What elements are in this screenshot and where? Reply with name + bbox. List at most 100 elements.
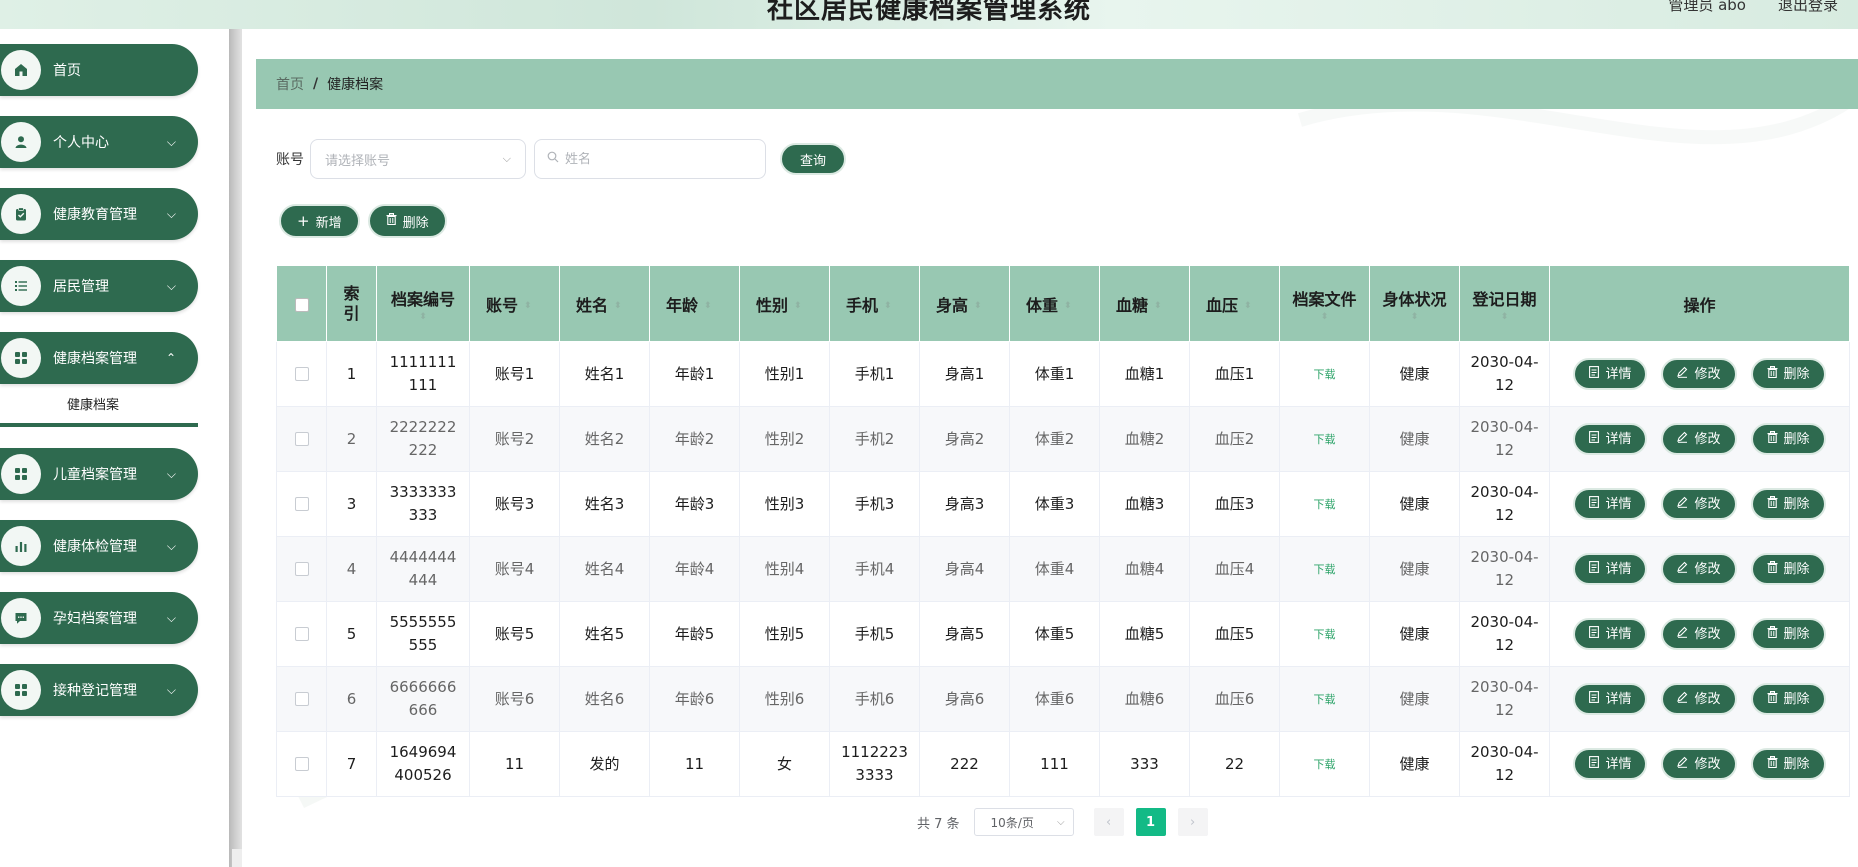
sort-icon[interactable]: ⬍ bbox=[1154, 301, 1162, 310]
row-checkbox[interactable] bbox=[294, 432, 309, 446]
page-size-select[interactable]: 10条/页 ⌵ bbox=[973, 808, 1074, 836]
user-icon bbox=[1, 122, 41, 162]
sort-icon[interactable]: ⬍ bbox=[614, 301, 622, 310]
detail-button[interactable]: 详情 bbox=[1573, 553, 1648, 585]
logout-link[interactable]: 退出登录 bbox=[1778, 0, 1838, 15]
detail-button[interactable]: 详情 bbox=[1573, 683, 1648, 715]
account-select[interactable]: 请选择账号 ⌵ bbox=[310, 139, 526, 179]
cell-phone: 手机4 bbox=[829, 536, 920, 602]
scrollbar-thumb[interactable] bbox=[232, 849, 242, 867]
edit-button[interactable]: 修改 bbox=[1661, 618, 1737, 650]
delete-button[interactable]: 删除 bbox=[1750, 683, 1826, 715]
column-header-file-no[interactable]: 档案编号 ⬍ bbox=[376, 265, 470, 342]
column-header-age[interactable]: 年龄 ⬍ bbox=[649, 265, 740, 342]
select-all-cell[interactable] bbox=[276, 265, 327, 342]
prev-page-button[interactable]: ‹ bbox=[1093, 808, 1124, 836]
sidebar-item-personal-center[interactable]: 个人中心 ⌵ bbox=[0, 116, 198, 168]
sort-icon[interactable]: ⬍ bbox=[1280, 312, 1369, 322]
download-link[interactable]: 下载 bbox=[1314, 563, 1336, 576]
column-header-height[interactable]: 身高 ⬍ bbox=[919, 265, 1010, 342]
sort-icon[interactable]: ⬍ bbox=[1460, 312, 1549, 322]
column-header-name[interactable]: 姓名 ⬍ bbox=[559, 265, 650, 342]
detail-button[interactable]: 详情 bbox=[1573, 358, 1648, 390]
column-header-gender[interactable]: 性别 ⬍ bbox=[739, 265, 830, 342]
column-header-account[interactable]: 账号 ⬍ bbox=[469, 265, 560, 342]
sidebar-item-health-checkup-management[interactable]: 健康体检管理 ⌵ bbox=[0, 520, 198, 572]
cell-blood-pressure: 血压1 bbox=[1189, 341, 1280, 407]
chevron-down-icon: ⌵ bbox=[166, 466, 176, 481]
name-search-field[interactable] bbox=[534, 139, 766, 179]
sort-icon[interactable]: ⬍ bbox=[1244, 301, 1252, 310]
column-header-weight[interactable]: 体重 ⬍ bbox=[1009, 265, 1100, 342]
download-link[interactable]: 下载 bbox=[1314, 433, 1336, 446]
edit-button[interactable]: 修改 bbox=[1661, 488, 1737, 520]
sort-icon[interactable]: ⬍ bbox=[377, 312, 469, 322]
batch-delete-button[interactable]: 删除 bbox=[367, 204, 447, 238]
chevron-down-icon: ⌵ bbox=[166, 278, 176, 293]
column-header-register-date[interactable]: 登记日期 ⬍ bbox=[1459, 265, 1550, 342]
row-checkbox[interactable] bbox=[294, 367, 309, 381]
name-search-input[interactable] bbox=[565, 151, 745, 167]
sidebar-scrollbar[interactable] bbox=[229, 29, 242, 867]
row-checkbox[interactable] bbox=[294, 627, 309, 641]
column-header-blood-pressure[interactable]: 血压 ⬍ bbox=[1189, 265, 1280, 342]
edit-button[interactable]: 修改 bbox=[1661, 358, 1737, 390]
detail-button[interactable]: 详情 bbox=[1573, 488, 1648, 520]
edit-button[interactable]: 修改 bbox=[1661, 553, 1737, 585]
download-link[interactable]: 下载 bbox=[1314, 628, 1336, 641]
sort-icon[interactable]: ⬍ bbox=[884, 301, 892, 310]
column-header-blood-sugar[interactable]: 血糖 ⬍ bbox=[1099, 265, 1190, 342]
edit-button[interactable]: 修改 bbox=[1661, 423, 1737, 455]
delete-button[interactable]: 删除 bbox=[1750, 423, 1826, 455]
column-header-file[interactable]: 档案文件 ⬍ bbox=[1279, 265, 1370, 342]
sort-icon[interactable]: ⬍ bbox=[524, 301, 532, 310]
sidebar-item-health-education[interactable]: 健康教育管理 ⌵ bbox=[0, 188, 198, 240]
download-link[interactable]: 下载 bbox=[1314, 368, 1336, 381]
column-header-phone[interactable]: 手机 ⬍ bbox=[829, 265, 920, 342]
sort-icon[interactable]: ⬍ bbox=[974, 301, 982, 310]
detail-button[interactable]: 详情 bbox=[1573, 748, 1648, 780]
row-select-cell[interactable] bbox=[276, 341, 327, 407]
select-all-checkbox[interactable] bbox=[294, 297, 309, 312]
edit-button[interactable]: 修改 bbox=[1661, 748, 1737, 780]
row-select-cell[interactable] bbox=[276, 731, 327, 797]
sort-icon[interactable]: ⬍ bbox=[794, 301, 802, 310]
sidebar-item-health-record-management[interactable]: 健康档案管理 ⌃ bbox=[0, 332, 198, 384]
add-button[interactable]: + 新增 bbox=[279, 204, 360, 238]
sidebar-item-vaccination-management[interactable]: 接种登记管理 ⌵ bbox=[0, 664, 198, 716]
row-select-cell[interactable] bbox=[276, 406, 327, 472]
sidebar-item-home[interactable]: 首页 bbox=[0, 44, 198, 96]
detail-button[interactable]: 详情 bbox=[1573, 618, 1648, 650]
edit-button[interactable]: 修改 bbox=[1661, 683, 1737, 715]
row-checkbox[interactable] bbox=[294, 562, 309, 576]
delete-button[interactable]: 删除 bbox=[1750, 488, 1826, 520]
download-link[interactable]: 下载 bbox=[1314, 693, 1336, 706]
row-checkbox[interactable] bbox=[294, 497, 309, 511]
download-link[interactable]: 下载 bbox=[1314, 498, 1336, 511]
sidebar-item-pregnant-record-management[interactable]: 孕妇档案管理 ⌵ bbox=[0, 592, 198, 644]
sort-icon[interactable]: ⬍ bbox=[1064, 301, 1072, 310]
delete-button[interactable]: 删除 bbox=[1750, 358, 1826, 390]
row-select-cell[interactable] bbox=[276, 471, 327, 537]
sort-icon[interactable]: ⬍ bbox=[1370, 312, 1459, 322]
sidebar-item-resident-management[interactable]: 居民管理 ⌵ bbox=[0, 260, 198, 312]
breadcrumb-home-link[interactable]: 首页 bbox=[276, 74, 304, 94]
row-checkbox[interactable] bbox=[294, 757, 309, 771]
delete-button[interactable]: 删除 bbox=[1750, 748, 1826, 780]
row-select-cell[interactable] bbox=[276, 536, 327, 602]
detail-button[interactable]: 详情 bbox=[1573, 423, 1648, 455]
row-select-cell[interactable] bbox=[276, 601, 327, 667]
row-checkbox[interactable] bbox=[294, 692, 309, 706]
query-button[interactable]: 查询 bbox=[780, 143, 846, 175]
page-number-current[interactable]: 1 bbox=[1135, 808, 1166, 836]
next-page-button[interactable]: › bbox=[1177, 808, 1208, 836]
row-select-cell[interactable] bbox=[276, 666, 327, 732]
sidebar-subitem-health-record[interactable]: 健康档案 bbox=[0, 393, 198, 427]
column-header-body-status[interactable]: 身体状况 ⬍ bbox=[1369, 265, 1460, 342]
delete-button[interactable]: 删除 bbox=[1750, 618, 1826, 650]
sort-icon[interactable]: ⬍ bbox=[704, 301, 712, 310]
download-link[interactable]: 下载 bbox=[1314, 758, 1336, 771]
sidebar-item-child-record-management[interactable]: 儿童档案管理 ⌵ bbox=[0, 448, 198, 500]
cell-register-date: 2030-04-12 bbox=[1459, 601, 1550, 667]
delete-button[interactable]: 删除 bbox=[1750, 553, 1826, 585]
